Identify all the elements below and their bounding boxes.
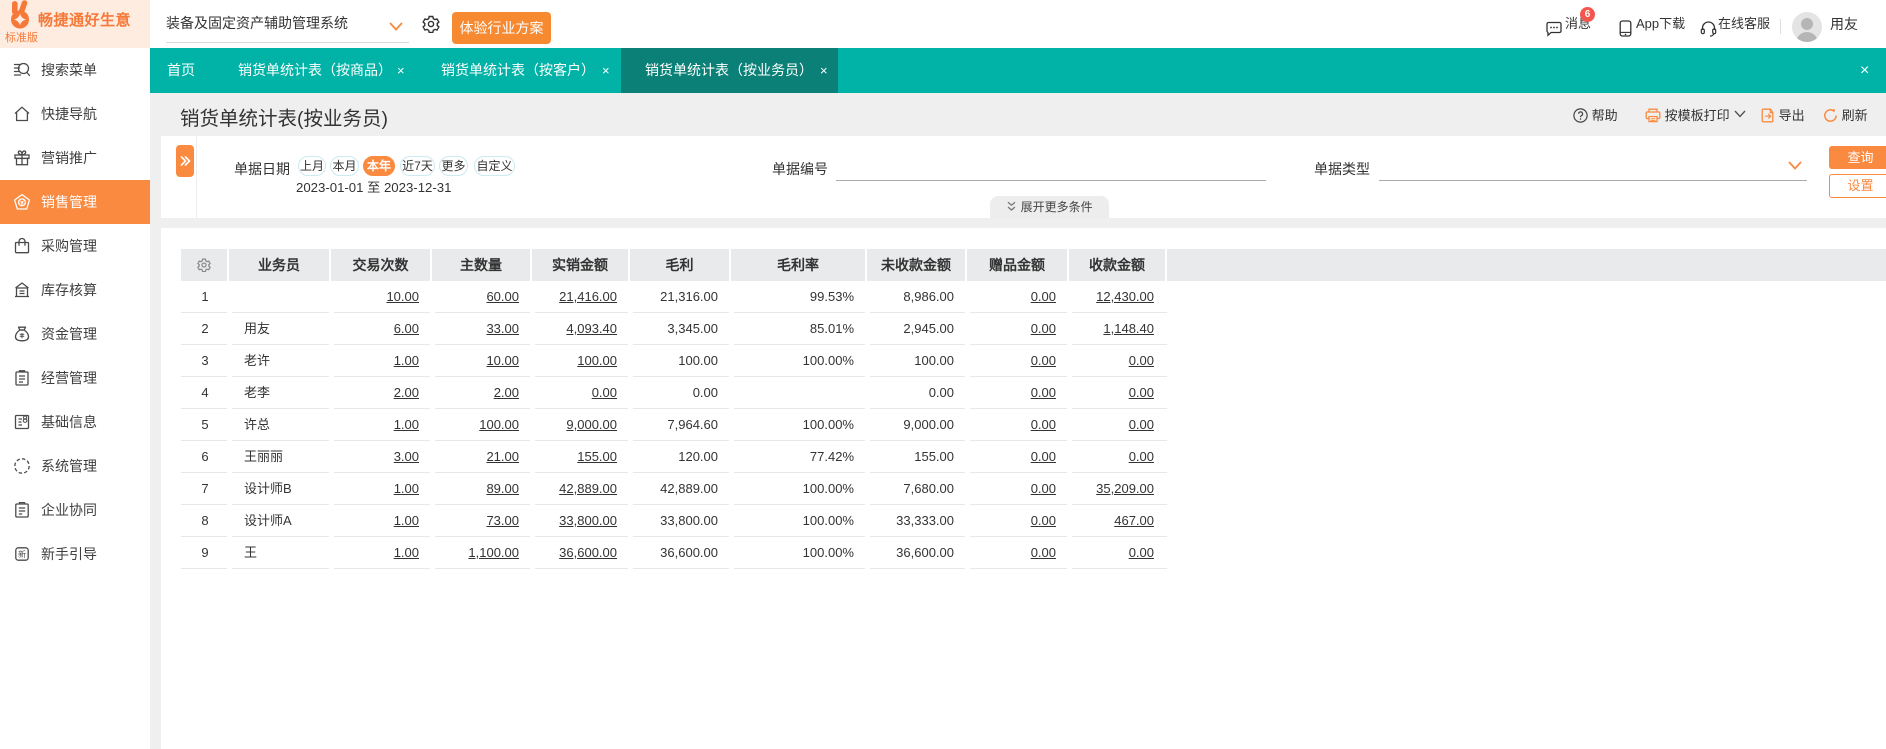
svg-text:新: 新: [18, 549, 26, 559]
